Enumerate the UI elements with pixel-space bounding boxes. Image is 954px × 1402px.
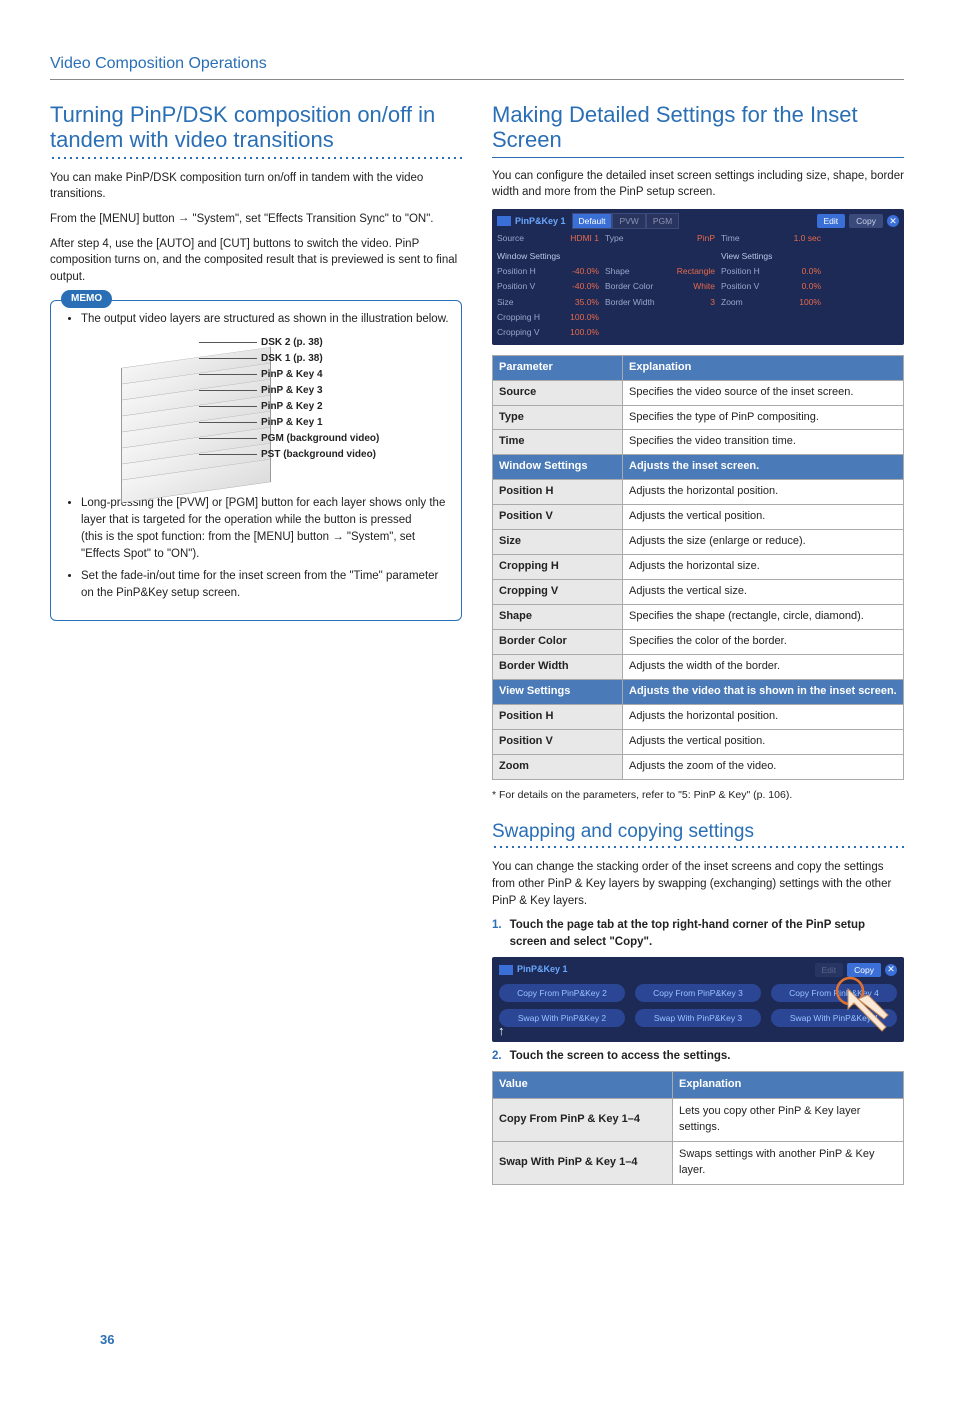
section-title-right: Making Detailed Settings for the Inset S… bbox=[492, 102, 904, 153]
body-text: From the [MENU] button → "System", set "… bbox=[50, 211, 462, 228]
table-row: Position VAdjusts the vertical position. bbox=[493, 729, 904, 754]
table-row: SourceSpecifies the video source of the … bbox=[493, 380, 904, 405]
memo-item: Set the fade-in/out time for the inset s… bbox=[81, 568, 449, 601]
tab-pvw[interactable]: PVW bbox=[612, 213, 645, 229]
window-icon bbox=[497, 216, 511, 226]
step-1: 1. Touch the page tab at the top right-h… bbox=[492, 917, 904, 950]
memo-item: Long-pressing the [PVW] or [PGM] button … bbox=[81, 495, 449, 562]
copy-button[interactable]: Copy bbox=[849, 214, 883, 228]
table-row: TypeSpecifies the type of PinP compositi… bbox=[493, 405, 904, 430]
back-arrow-icon[interactable]: ↑ bbox=[498, 1022, 505, 1041]
table-row: Position VAdjusts the vertical position. bbox=[493, 505, 904, 530]
left-column: Turning PinP/DSK composition on/off in t… bbox=[50, 102, 462, 1185]
window-icon bbox=[499, 965, 513, 975]
table-row: SizeAdjusts the size (enlarge or reduce)… bbox=[493, 530, 904, 555]
hand-pointer-icon bbox=[834, 975, 894, 1039]
copy-option[interactable]: Copy From PinP&Key 3 bbox=[635, 984, 761, 1002]
table-row: Border WidthAdjusts the width of the bor… bbox=[493, 654, 904, 679]
swap-option[interactable]: Swap With PinP&Key 2 bbox=[499, 1009, 625, 1027]
close-icon[interactable]: ✕ bbox=[887, 215, 899, 227]
divider bbox=[492, 845, 904, 849]
subsection-title: Swapping and copying settings bbox=[492, 821, 904, 843]
tab-default[interactable]: Default bbox=[572, 213, 613, 229]
table-row: Position HAdjusts the horizontal positio… bbox=[493, 704, 904, 729]
table-row: ZoomAdjusts the zoom of the video. bbox=[493, 754, 904, 779]
step-2: 2. Touch the screen to access the settin… bbox=[492, 1048, 904, 1065]
table-row: TimeSpecifies the video transition time. bbox=[493, 430, 904, 455]
table-row: Border ColorSpecifies the color of the b… bbox=[493, 629, 904, 654]
table-row: View SettingsAdjusts the video that is s… bbox=[493, 679, 904, 704]
body-text: You can change the stacking order of the… bbox=[492, 859, 904, 909]
edit-button[interactable]: Edit bbox=[817, 214, 846, 228]
body-text: After step 4, use the [AUTO] and [CUT] b… bbox=[50, 236, 462, 286]
table-row: Cropping HAdjusts the horizontal size. bbox=[493, 555, 904, 580]
tab-pgm[interactable]: PGM bbox=[646, 213, 679, 229]
divider bbox=[492, 157, 904, 158]
swap-option[interactable]: Swap With PinP&Key 3 bbox=[635, 1009, 761, 1027]
value-table: ValueExplanation Copy From PinP & Key 1–… bbox=[492, 1071, 904, 1185]
table-row: ShapeSpecifies the shape (rectangle, cir… bbox=[493, 605, 904, 630]
breadcrumb: Video Composition Operations bbox=[50, 52, 904, 80]
layer-diagram: DSK 2 (p. 38) DSK 1 (p. 38) PinP & Key 4… bbox=[81, 335, 449, 485]
table-row: Copy From PinP & Key 1–4Lets you copy ot… bbox=[493, 1099, 904, 1142]
table-row: Position HAdjusts the horizontal positio… bbox=[493, 480, 904, 505]
table-row: Swap With PinP & Key 1–4Swaps settings w… bbox=[493, 1141, 904, 1184]
memo-box: MEMO The output video layers are structu… bbox=[50, 300, 462, 621]
body-text: You can make PinP/DSK composition turn o… bbox=[50, 170, 462, 203]
right-column: Making Detailed Settings for the Inset S… bbox=[492, 102, 904, 1185]
table-row: Window SettingsAdjusts the inset screen. bbox=[493, 455, 904, 480]
footnote: * For details on the parameters, refer t… bbox=[492, 788, 904, 803]
arrow-right-icon: → bbox=[178, 210, 190, 227]
parameter-table: ParameterExplanation SourceSpecifies the… bbox=[492, 355, 904, 780]
section-title-left: Turning PinP/DSK composition on/off in t… bbox=[50, 102, 462, 153]
memo-label: MEMO bbox=[61, 290, 112, 309]
memo-item: The output video layers are structured a… bbox=[81, 311, 449, 486]
divider bbox=[50, 156, 462, 160]
copy-option[interactable]: Copy From PinP&Key 2 bbox=[499, 984, 625, 1002]
page-number: 36 bbox=[100, 1331, 114, 1350]
body-text: You can configure the detailed inset scr… bbox=[492, 168, 904, 201]
table-row: Cropping VAdjusts the vertical size. bbox=[493, 580, 904, 605]
back-arrow-icon[interactable]: ↑ bbox=[56, 1351, 63, 1370]
pinp-setup-screenshot: PinP&Key 1 Default PVW PGM Edit Copy ✕ S… bbox=[492, 209, 904, 345]
copy-setup-screenshot: PinP&Key 1 Edit Copy ✕ Copy From PinP&Ke… bbox=[492, 957, 904, 1043]
